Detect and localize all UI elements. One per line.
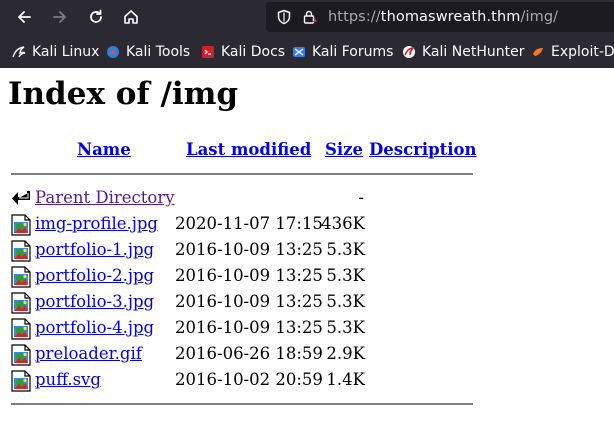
file-size: 5.3K bbox=[326, 266, 365, 285]
file-last-modified: 2020-11-07 17:15 bbox=[175, 214, 323, 233]
bookmark-kali-forums[interactable]: Kali Forums bbox=[292, 43, 393, 61]
file-link[interactable]: img-profile.jpg bbox=[35, 214, 158, 233]
forward-button[interactable] bbox=[46, 4, 74, 30]
image-file-icon bbox=[11, 240, 31, 262]
file-row: portfolio-2.jpg 2016-10-09 13:25 5.3K bbox=[0, 264, 614, 288]
home-icon bbox=[124, 10, 138, 24]
parent-directory-size: - bbox=[358, 188, 364, 207]
file-link[interactable]: portfolio-3.jpg bbox=[35, 292, 154, 311]
file-size: 1.4K bbox=[326, 370, 365, 389]
file-size: 436K bbox=[321, 214, 365, 233]
bottom-divider bbox=[11, 403, 473, 405]
reload-button[interactable] bbox=[82, 4, 110, 30]
parent-directory-row: Parent Directory - bbox=[0, 186, 614, 210]
address-bar[interactable]: https://thomaswreath.thm/img/ bbox=[266, 2, 614, 32]
image-file-icon bbox=[11, 292, 31, 314]
parent-directory-link[interactable]: Parent Directory bbox=[35, 188, 175, 207]
file-row: portfolio-3.jpg 2016-10-09 13:25 5.3K bbox=[0, 290, 614, 314]
image-file-icon bbox=[11, 266, 31, 288]
image-file-icon bbox=[11, 214, 31, 236]
bookmark-label: Kali Tools bbox=[126, 44, 191, 60]
kali-dragon-icon bbox=[12, 46, 26, 58]
file-row: portfolio-4.jpg 2016-10-09 13:25 5.3K bbox=[0, 316, 614, 340]
top-divider bbox=[11, 173, 473, 175]
image-file-icon bbox=[11, 344, 31, 366]
page-title: Index of /img bbox=[8, 76, 239, 112]
navigation-toolbar: https://thomaswreath.thm/img/ bbox=[0, 0, 614, 34]
kali-nethunter-icon bbox=[403, 46, 415, 58]
lock-warning-icon[interactable] bbox=[302, 9, 318, 25]
bookmark-label: Kali NetHunter bbox=[422, 44, 525, 60]
bookmark-label: Kali Docs bbox=[221, 44, 286, 60]
bookmark-kali-linux[interactable]: Kali Linux bbox=[12, 43, 99, 61]
bookmark-label: Exploit-D bbox=[551, 44, 614, 60]
file-last-modified: 2016-10-09 13:25 bbox=[175, 318, 323, 337]
bookmark-kali-docs[interactable]: Kali Docs bbox=[201, 43, 285, 61]
kali-tools-icon bbox=[107, 46, 119, 58]
image-file-icon bbox=[11, 318, 31, 340]
file-row: puff.svg 2016-10-02 20:59 1.4K bbox=[0, 368, 614, 392]
back-button[interactable] bbox=[10, 4, 38, 30]
file-link[interactable]: portfolio-2.jpg bbox=[35, 266, 154, 285]
bookmark-kali-nethunter[interactable]: Kali NetHunter bbox=[402, 43, 524, 61]
url-path: /img/ bbox=[520, 9, 559, 25]
file-link[interactable]: portfolio-1.jpg bbox=[35, 240, 154, 259]
exploit-db-icon bbox=[533, 48, 543, 56]
file-size: 5.3K bbox=[326, 318, 365, 337]
column-header-name[interactable]: Name bbox=[77, 140, 131, 159]
bookmarks-toolbar: Kali Linux Kali Tools Kali Docs Kali For… bbox=[0, 36, 614, 68]
file-row: img-profile.jpg 2020-11-07 17:15 436K bbox=[0, 212, 614, 236]
back-arrow-icon bbox=[12, 191, 30, 205]
file-size: 5.3K bbox=[326, 292, 365, 311]
file-link[interactable]: portfolio-4.jpg bbox=[35, 318, 154, 337]
bookmark-label: Kali Forums bbox=[312, 44, 394, 60]
file-last-modified: 2016-10-02 20:59 bbox=[175, 370, 323, 389]
home-button[interactable] bbox=[117, 4, 145, 30]
file-size: 5.3K bbox=[326, 240, 365, 259]
bookmark-label: Kali Linux bbox=[32, 44, 100, 60]
file-link[interactable]: puff.svg bbox=[35, 370, 101, 389]
file-link[interactable]: preloader.gif bbox=[35, 344, 142, 363]
forward-arrow-icon bbox=[53, 11, 66, 23]
reload-icon bbox=[90, 9, 102, 23]
image-file-icon bbox=[11, 370, 31, 392]
page-content: Index of /img Name Last modified Size De… bbox=[0, 68, 614, 423]
file-size: 2.9K bbox=[326, 344, 365, 363]
url-scheme: https:// bbox=[328, 9, 381, 25]
back-arrow-icon bbox=[18, 11, 31, 23]
url-host: thomaswreath.thm bbox=[380, 9, 521, 25]
shield-icon[interactable] bbox=[276, 9, 292, 25]
file-last-modified: 2016-10-09 13:25 bbox=[175, 266, 323, 285]
column-header-last-modified[interactable]: Last modified bbox=[186, 140, 311, 159]
file-last-modified: 2016-10-09 13:25 bbox=[175, 240, 323, 259]
file-row: portfolio-1.jpg 2016-10-09 13:25 5.3K bbox=[0, 238, 614, 262]
browser-chrome: https://thomaswreath.thm/img/ Kali Linux… bbox=[0, 0, 614, 68]
column-header-description[interactable]: Description bbox=[369, 140, 477, 159]
url-text[interactable]: https://thomaswreath.thm/img/ bbox=[328, 9, 558, 25]
column-header-size[interactable]: Size bbox=[325, 140, 363, 159]
bookmark-kali-tools[interactable]: Kali Tools bbox=[106, 43, 190, 61]
kali-forums-icon bbox=[293, 47, 305, 57]
kali-docs-icon bbox=[202, 46, 214, 58]
file-last-modified: 2016-06-26 18:59 bbox=[175, 344, 323, 363]
file-row: preloader.gif 2016-06-26 18:59 2.9K bbox=[0, 342, 614, 366]
file-last-modified: 2016-10-09 13:25 bbox=[175, 292, 323, 311]
bookmark-exploit-db[interactable]: Exploit-D bbox=[531, 43, 614, 61]
